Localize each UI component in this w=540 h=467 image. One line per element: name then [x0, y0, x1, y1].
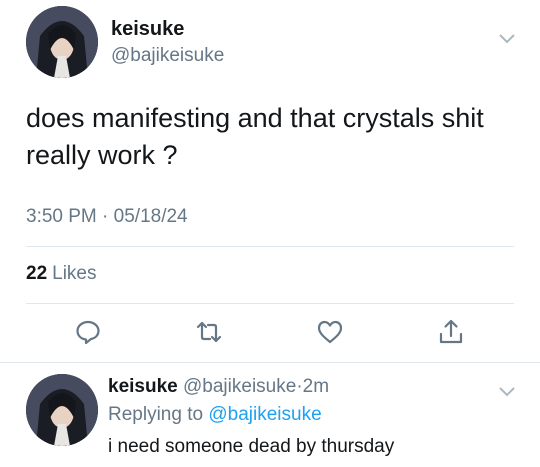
- tweet-date: 05/18/24: [113, 206, 188, 227]
- timestamp[interactable]: 3:50 PM · 05/18/24: [26, 206, 188, 228]
- reply-handle[interactable]: @bajikeisuke: [183, 376, 296, 397]
- replying-to: Replying to @bajikeisuke: [108, 404, 322, 426]
- share-icon: [439, 319, 463, 344]
- reply-button[interactable]: [74, 318, 102, 346]
- divider: [26, 303, 514, 304]
- user-handle[interactable]: @bajikeisuke: [111, 45, 224, 67]
- likes-label: Likes: [52, 263, 97, 284]
- tweet-text: does manifesting and that crystals shit …: [26, 103, 484, 170]
- like-icon: [317, 320, 343, 344]
- retweet-icon: [196, 321, 222, 343]
- avatar-image: [26, 6, 98, 78]
- share-button[interactable]: [437, 318, 465, 346]
- replying-to-link[interactable]: @bajikeisuke: [208, 404, 321, 425]
- meta-dot: ·: [102, 206, 109, 227]
- avatar[interactable]: [26, 374, 98, 446]
- tweet-time: 3:50 PM: [26, 206, 97, 227]
- likes-count: 22: [26, 263, 48, 284]
- divider: [26, 246, 514, 247]
- avatar[interactable]: [26, 6, 98, 78]
- reply-age: 2m: [302, 376, 330, 397]
- reply-tweet[interactable]: keisuke @bajikeisuke·2m Replying to @baj…: [0, 363, 540, 467]
- main-tweet: keisuke @bajikeisuke does manifesting an…: [0, 0, 540, 362]
- reply-text: i need someone dead by thursday: [108, 436, 395, 457]
- likes-stat[interactable]: 22 Likes: [26, 263, 97, 285]
- reply-icon: [76, 320, 100, 345]
- replying-prefix: Replying to: [108, 404, 204, 425]
- reply-header: keisuke @bajikeisuke·2m: [108, 376, 329, 398]
- retweet-button[interactable]: [195, 318, 223, 346]
- chevron-down-icon[interactable]: [497, 32, 517, 46]
- chevron-down-icon[interactable]: [497, 385, 517, 399]
- reply-display-name[interactable]: keisuke: [108, 376, 178, 397]
- like-button[interactable]: [316, 318, 344, 346]
- avatar-image: [26, 374, 98, 446]
- display-name[interactable]: keisuke: [111, 18, 184, 41]
